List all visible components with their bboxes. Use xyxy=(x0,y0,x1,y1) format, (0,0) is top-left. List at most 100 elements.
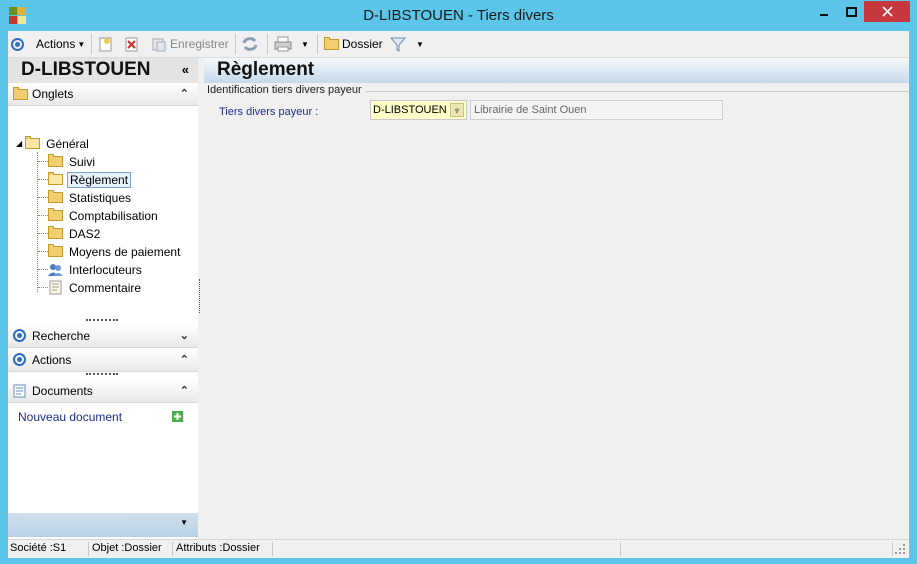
toolbar: Actions ▼ Enregistrer ▼ Dossier ▼ xyxy=(8,31,909,58)
toolbar-separator xyxy=(91,34,92,54)
title-bar[interactable]: D-LIBSTOUEN - Tiers divers xyxy=(0,0,917,31)
target-icon xyxy=(13,329,26,342)
group-divider xyxy=(364,91,909,92)
section-actions[interactable]: Actions ⌃ xyxy=(8,349,198,372)
filter-dropdown[interactable]: ▼ xyxy=(416,34,424,54)
print-dropdown[interactable]: ▼ xyxy=(301,34,309,54)
splitter-grip[interactable] xyxy=(86,373,118,377)
status-empty xyxy=(274,542,621,556)
chevron-up-icon: ⌃ xyxy=(179,354,189,366)
tree-line xyxy=(38,179,48,180)
actions-icon-button[interactable] xyxy=(11,34,24,54)
tiers-divers-payeur-label: Tiers divers payeur : xyxy=(219,106,319,118)
tree-item-interlocuteurs[interactable]: Interlocuteurs xyxy=(48,261,144,278)
delete-button[interactable] xyxy=(124,34,139,54)
close-button[interactable] xyxy=(864,1,910,22)
client-area: Actions ▼ Enregistrer ▼ Dossier ▼ D-LIBS… xyxy=(8,31,909,558)
tree-line xyxy=(38,233,48,234)
tree-line xyxy=(38,251,48,252)
left-panel-header: D-LIBSTOUEN « xyxy=(8,58,198,83)
folder-icon xyxy=(13,87,28,100)
contacts-icon xyxy=(48,263,63,276)
save-button[interactable]: Enregistrer xyxy=(151,34,229,54)
tree-line xyxy=(38,215,48,216)
refresh-button[interactable] xyxy=(241,34,259,54)
save-label: Enregistrer xyxy=(170,37,229,51)
tree-item-label: Commentaire xyxy=(69,280,142,295)
tree-item-das2[interactable]: DAS2 xyxy=(48,225,102,242)
actions-menu-label: Actions xyxy=(36,37,76,51)
tiers-description-value: Librairie de Saint Ouen xyxy=(474,104,587,116)
tree-item-moyens-de-paiement[interactable]: Moyens de paiement xyxy=(48,243,182,260)
minimize-button[interactable] xyxy=(811,1,837,22)
section-onglets[interactable]: Onglets ⌃ xyxy=(8,83,198,106)
page-title: Règlement xyxy=(217,59,315,80)
tree-item-label: Interlocuteurs xyxy=(69,262,142,277)
folder-icon xyxy=(324,36,339,50)
folder-icon xyxy=(48,244,63,257)
chevron-down-icon: ▼ xyxy=(301,39,309,49)
tree-item-reglement[interactable]: Règlement xyxy=(48,171,132,188)
tree-item-label: Suivi xyxy=(69,154,96,169)
maximize-icon xyxy=(845,6,857,17)
left-panel-footer[interactable]: ▼ xyxy=(8,513,198,537)
expand-arrow-icon: ◢ xyxy=(16,139,23,148)
toolbar-separator xyxy=(317,34,318,54)
tiers-code-field[interactable]: D-LIBSTOUEN ⩔ xyxy=(370,100,467,120)
actions-menu-button[interactable]: Actions ▼ xyxy=(36,34,85,54)
dossier-button[interactable]: Dossier xyxy=(324,34,383,54)
section-recherche-label: Recherche xyxy=(32,329,91,343)
tiers-description-field: Librairie de Saint Ouen xyxy=(470,100,723,120)
tree-item-general[interactable]: ◢ Général xyxy=(16,135,91,152)
tree-item-comptabilisation[interactable]: Comptabilisation xyxy=(48,207,160,224)
tree-line xyxy=(38,287,48,288)
chevron-up-icon: ⌃ xyxy=(179,385,189,397)
new-document-icon xyxy=(99,37,112,52)
left-panel-title: D-LIBSTOUEN xyxy=(21,59,151,80)
new-button[interactable] xyxy=(98,34,113,54)
panel-splitter[interactable] xyxy=(199,279,202,313)
tree-item-label: Règlement xyxy=(67,171,132,188)
tree-line xyxy=(38,269,48,270)
tree-item-statistiques[interactable]: Statistiques xyxy=(48,189,133,206)
tree-line xyxy=(37,152,38,292)
tree-item-suivi[interactable]: Suivi xyxy=(48,153,97,170)
note-icon xyxy=(49,280,62,295)
minimize-icon xyxy=(820,13,828,16)
add-icon[interactable] xyxy=(172,411,183,422)
chevron-down-icon: ▼ xyxy=(416,39,424,49)
print-button[interactable] xyxy=(274,34,292,54)
status-attributs: Attributs :Dossier xyxy=(174,542,273,556)
folder-open-icon xyxy=(25,136,41,149)
status-objet: Objet :Dossier xyxy=(90,542,173,556)
close-icon xyxy=(881,6,893,17)
left-panel: D-LIBSTOUEN « Onglets ⌃ ◢ Général Suivi xyxy=(8,58,198,539)
printer-icon xyxy=(274,36,292,52)
target-icon xyxy=(13,353,26,366)
chevron-up-icon: ⌃ xyxy=(179,88,189,100)
folder-icon xyxy=(48,190,63,203)
folder-icon xyxy=(48,226,63,239)
tiers-code-value: D-LIBSTOUEN xyxy=(373,104,447,116)
section-recherche[interactable]: Recherche ⌄ xyxy=(8,325,198,348)
save-icon xyxy=(152,38,166,52)
tree-item-commentaire[interactable]: Commentaire xyxy=(48,279,143,296)
section-documents[interactable]: Documents ⌃ xyxy=(8,380,198,403)
section-onglets-label: Onglets xyxy=(32,87,74,101)
maximize-button[interactable] xyxy=(838,1,864,22)
filter-button[interactable] xyxy=(390,34,406,54)
status-societe: Société :S1 xyxy=(8,542,89,556)
tree-item-label: DAS2 xyxy=(69,226,101,241)
main-header: Règlement xyxy=(204,58,909,83)
collapse-panel-icon[interactable]: « xyxy=(182,62,189,77)
new-document-link[interactable]: Nouveau document xyxy=(18,410,122,424)
status-bar: Société :S1 Objet :Dossier Attributs :Do… xyxy=(8,539,909,558)
resize-grip-icon[interactable] xyxy=(895,544,906,555)
document-icon xyxy=(13,384,26,398)
splitter-grip[interactable] xyxy=(86,319,118,323)
toolbar-separator xyxy=(267,34,268,54)
double-chevron-down-icon[interactable]: ⩔ xyxy=(450,103,464,117)
tree-item-label: Comptabilisation xyxy=(69,208,158,223)
dossier-label: Dossier xyxy=(342,37,383,51)
tree-item-label: Statistiques xyxy=(69,190,132,205)
